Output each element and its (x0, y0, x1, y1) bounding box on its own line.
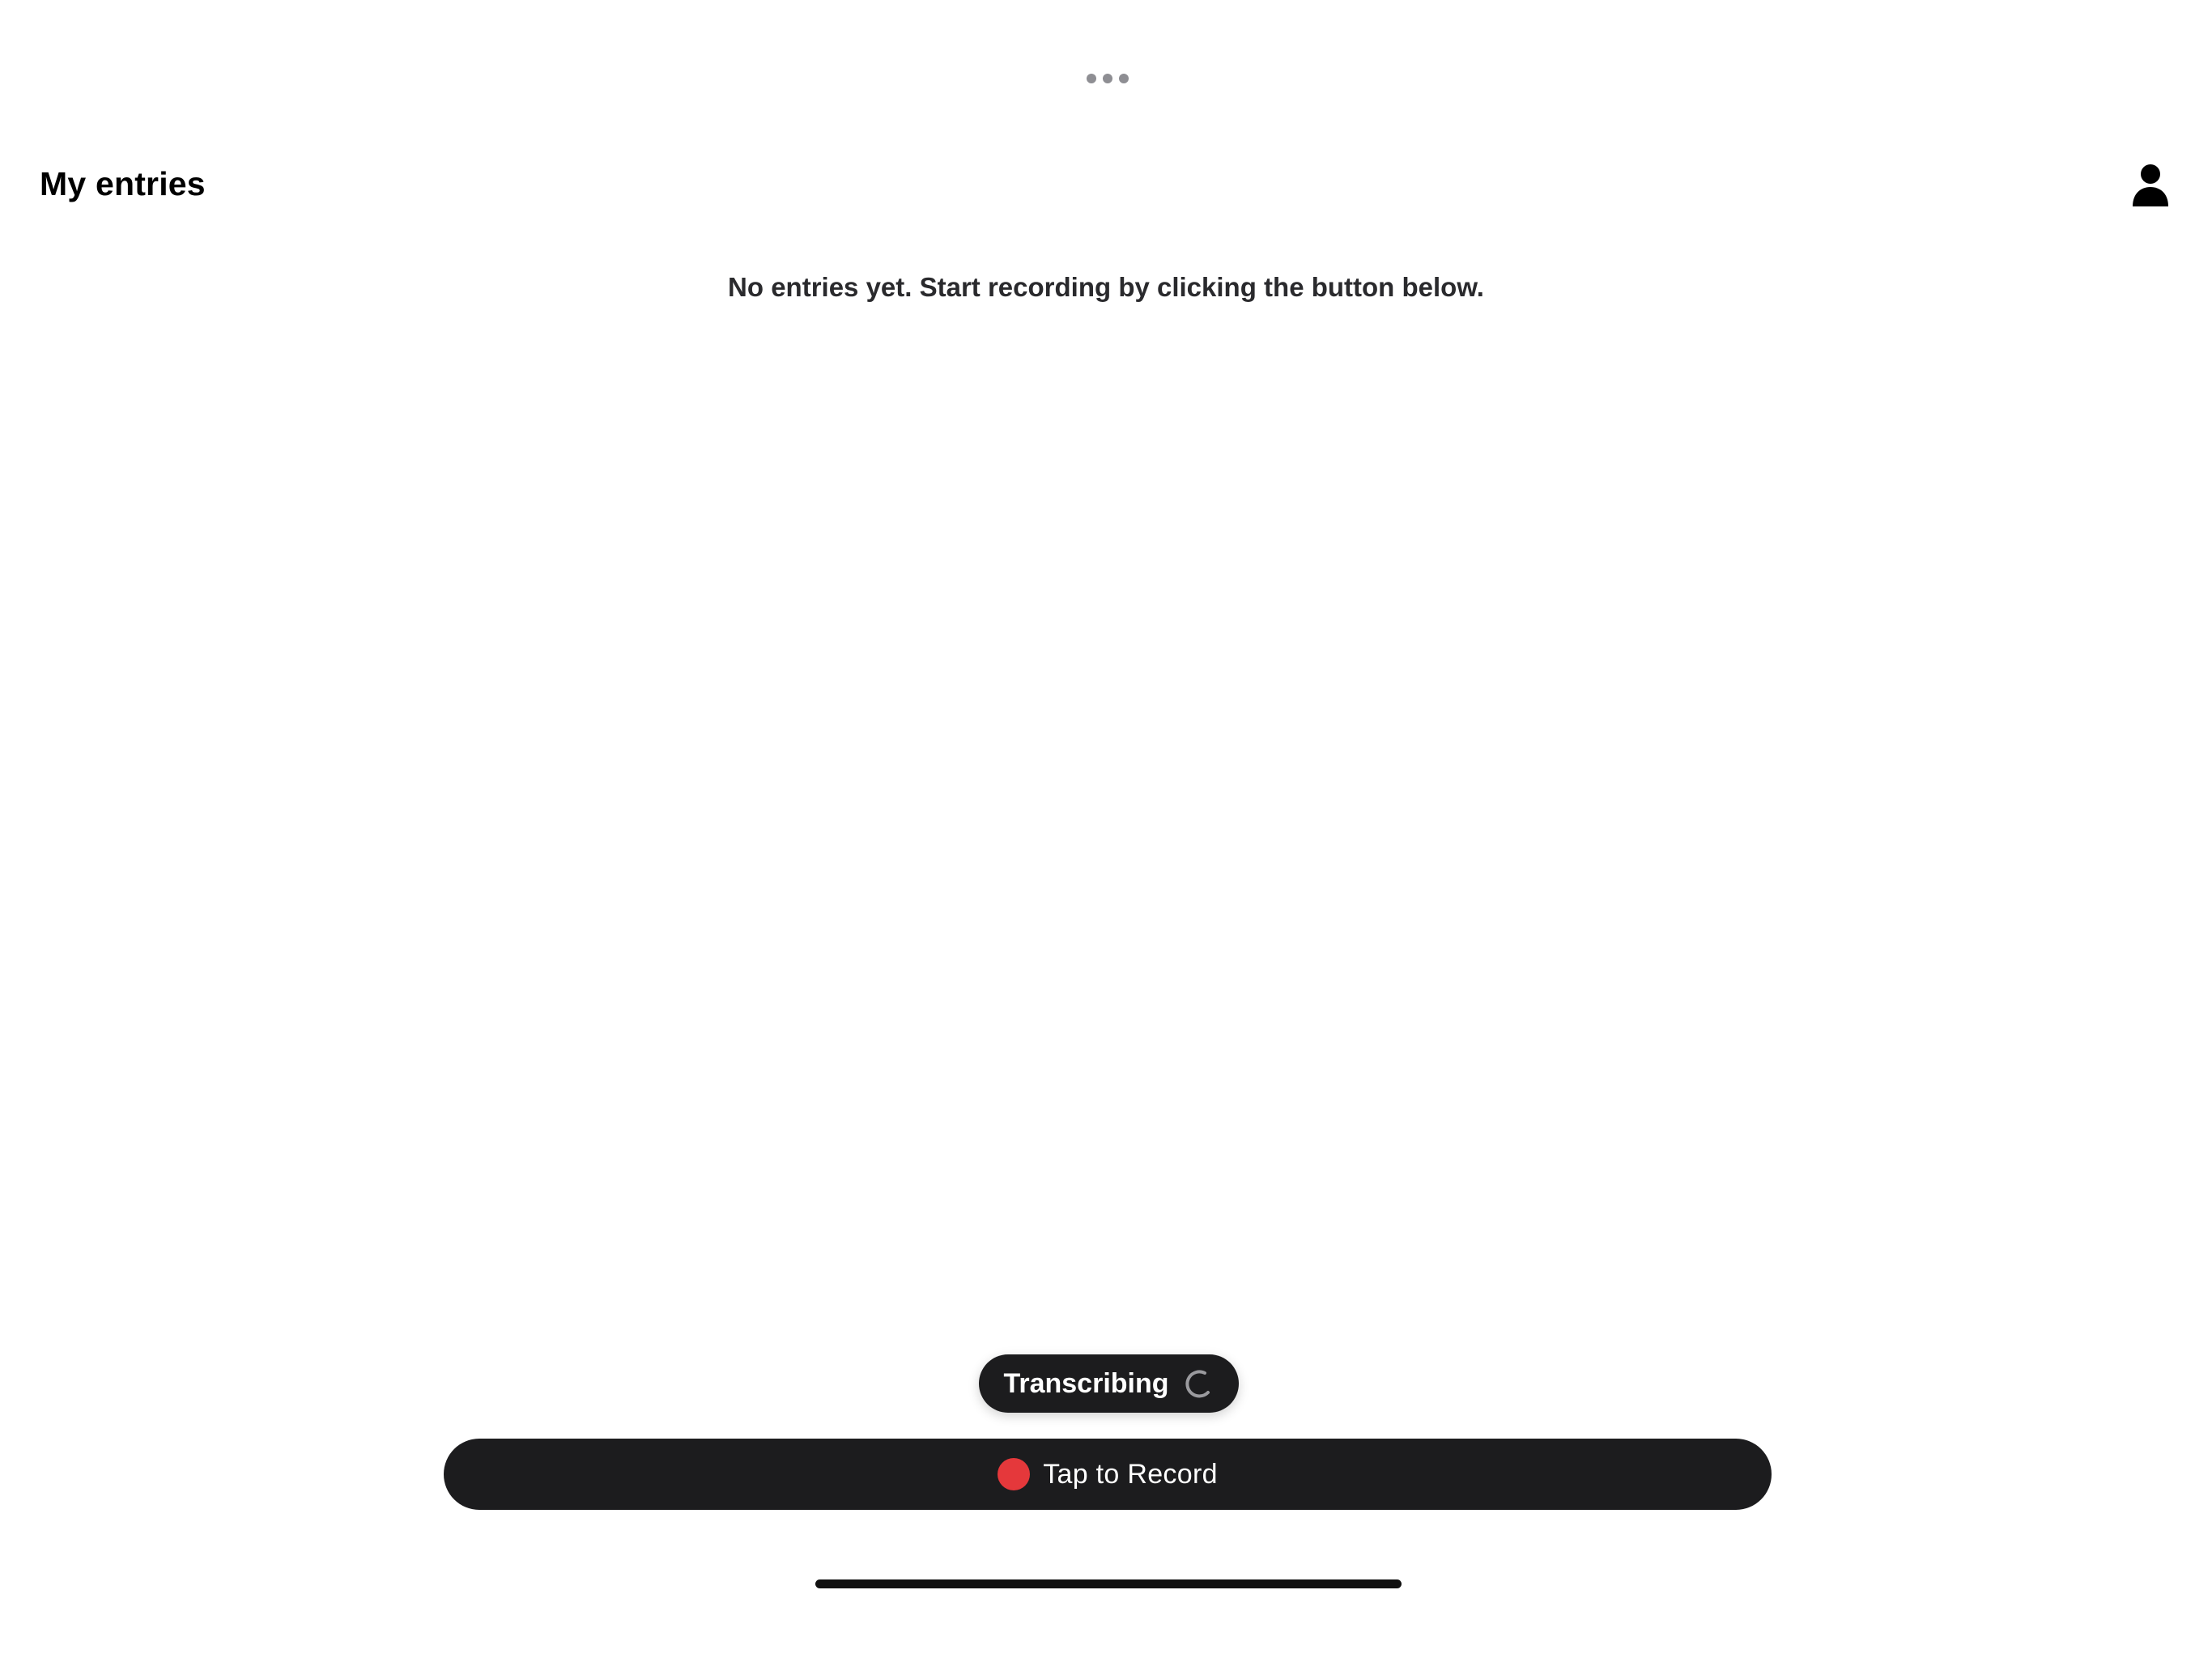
person-icon (2133, 164, 2168, 206)
profile-button[interactable] (2123, 159, 2178, 210)
record-button[interactable]: Tap to Record (444, 1439, 1772, 1510)
transcribing-status-badge: Transcribing (979, 1354, 1239, 1413)
empty-state-message: No entries yet. Start recording by click… (728, 272, 1484, 302)
status-label: Transcribing (1003, 1368, 1169, 1399)
dot (1087, 74, 1096, 83)
dot (1103, 74, 1112, 83)
dot (1119, 74, 1129, 83)
record-dot-icon (998, 1458, 1031, 1490)
home-indicator[interactable] (815, 1579, 1402, 1588)
spinner-icon (1185, 1370, 1210, 1398)
record-button-label: Tap to Record (1043, 1459, 1218, 1490)
page-title: My entries (40, 165, 206, 202)
multitasking-ellipsis-icon[interactable] (1087, 72, 1129, 85)
